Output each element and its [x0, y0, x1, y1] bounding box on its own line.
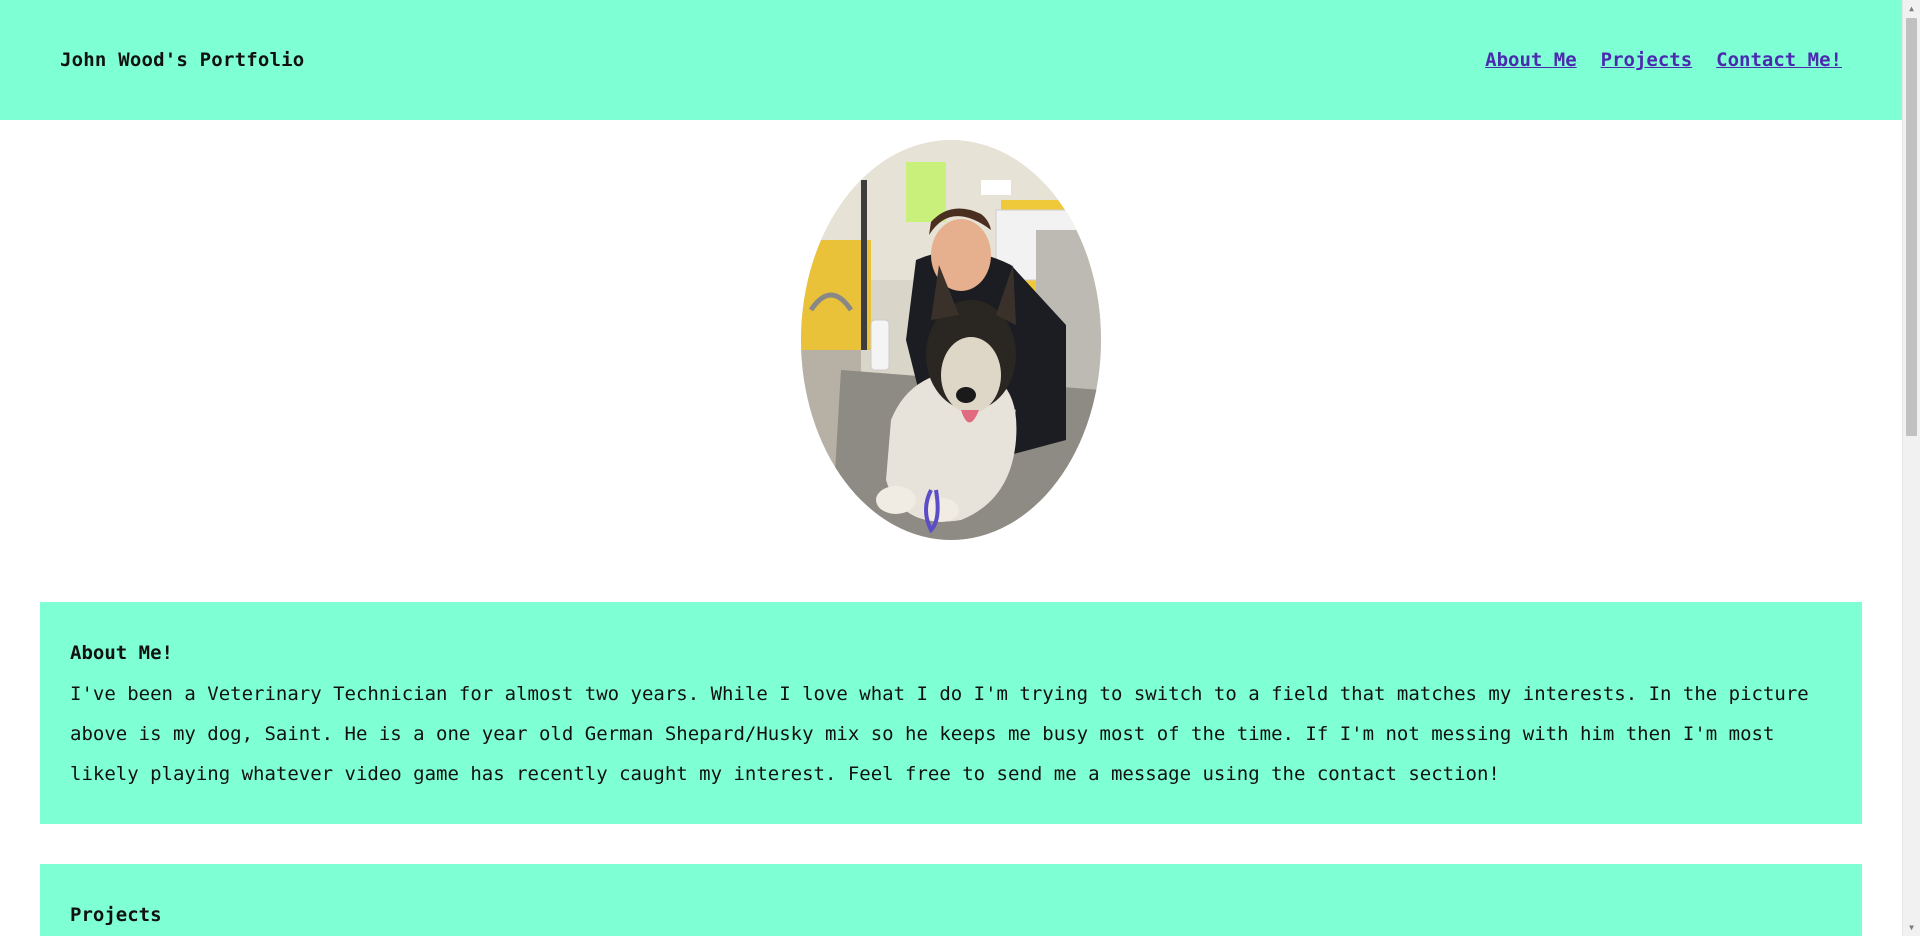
projects-section: Projects	[40, 864, 1862, 936]
about-heading: About Me!	[70, 642, 173, 664]
site-header: John Wood's Portfolio About Me Projects …	[0, 0, 1902, 120]
scroll-thumb[interactable]	[1906, 18, 1917, 436]
profile-photo	[801, 140, 1101, 540]
nav-link-contact-me[interactable]: Contact Me!	[1716, 49, 1842, 71]
hero	[0, 120, 1902, 602]
main-nav: About Me Projects Contact Me!	[1485, 49, 1842, 71]
about-body: I've been a Veterinary Technician for al…	[70, 683, 1809, 785]
nav-link-about-me[interactable]: About Me	[1485, 49, 1577, 71]
about-section: About Me! I've been a Veterinary Technic…	[40, 602, 1862, 824]
page: John Wood's Portfolio About Me Projects …	[0, 0, 1902, 936]
scroll-down-arrow-icon[interactable]: ▼	[1903, 919, 1920, 936]
nav-link-projects[interactable]: Projects	[1601, 49, 1693, 71]
vertical-scrollbar[interactable]: ▲ ▼	[1902, 0, 1920, 936]
profile-photo-illustration	[801, 140, 1101, 540]
site-title: John Wood's Portfolio	[60, 49, 305, 71]
scroll-up-arrow-icon[interactable]: ▲	[1903, 0, 1920, 17]
projects-heading: Projects	[70, 904, 162, 926]
